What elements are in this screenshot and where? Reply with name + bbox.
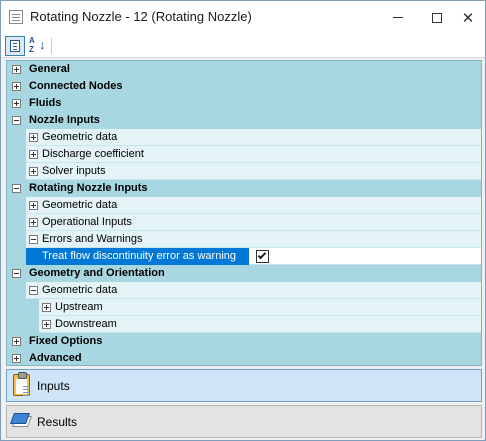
category-label: Geometry and Orientation (29, 267, 165, 279)
sort-alphabetical-icon: AZ (29, 36, 35, 54)
collapse-icon[interactable] (12, 269, 21, 278)
subcategory-discharge-coefficient[interactable]: Discharge coefficient (7, 146, 481, 163)
subcategory-rn-geometric-data[interactable]: Geometric data (7, 197, 481, 214)
category-label: Fixed Options (29, 335, 103, 347)
category-label: Rotating Nozzle Inputs (29, 182, 148, 194)
expand-icon[interactable] (12, 82, 21, 91)
category-fluids[interactable]: Fluids (7, 95, 481, 112)
categorized-view-button[interactable] (5, 36, 25, 56)
category-rotating-nozzle-inputs[interactable]: Rotating Nozzle Inputs (7, 180, 481, 197)
collapse-icon[interactable] (12, 184, 21, 193)
expand-icon[interactable] (29, 150, 38, 159)
categorized-view-icon (10, 40, 20, 52)
close-icon: ✕ (461, 9, 475, 27)
subcategory-label: Downstream (55, 318, 117, 330)
category-geometry-and-orientation[interactable]: Geometry and Orientation (7, 265, 481, 282)
expand-icon[interactable] (29, 201, 38, 210)
sort-arrow-icon: ↓ (39, 37, 46, 52)
property-sheet-icon (9, 10, 23, 24)
property-grid: General Connected Nodes Fluids Nozzle In… (6, 60, 482, 366)
expand-icon[interactable] (29, 167, 38, 176)
clipboard-icon (13, 372, 30, 396)
collapse-icon[interactable] (29, 235, 38, 244)
title-bar: Rotating Nozzle - 12 (Rotating Nozzle) ✕ (1, 1, 485, 34)
subcategory-label: Geometric data (42, 131, 118, 143)
category-fixed-options[interactable]: Fixed Options (7, 333, 481, 350)
category-advanced[interactable]: Advanced (7, 350, 481, 367)
subcategory-go-geometric-data[interactable]: Geometric data (7, 282, 481, 299)
property-label: Treat flow discontinuity error as warnin… (42, 250, 237, 262)
treat-flow-checkbox[interactable] (256, 250, 269, 263)
toolbar: AZ ↓ (1, 34, 485, 58)
property-value-cell[interactable] (249, 248, 481, 265)
subcategory-label: Geometric data (42, 284, 118, 296)
expand-icon[interactable] (12, 354, 21, 363)
category-label: Fluids (29, 97, 62, 109)
subcategory-downstream[interactable]: Downstream (7, 316, 481, 333)
expand-icon[interactable] (42, 320, 51, 329)
subcategory-label: Geometric data (42, 199, 118, 211)
maximize-icon (432, 12, 442, 23)
category-nozzle-inputs[interactable]: Nozzle Inputs (7, 112, 481, 129)
row-band (39, 299, 481, 316)
collapse-icon[interactable] (12, 116, 21, 125)
subcategory-errors-and-warnings[interactable]: Errors and Warnings (7, 231, 481, 248)
subcategory-label: Operational Inputs (42, 216, 132, 228)
subcategory-nozzle-geometric-data[interactable]: Geometric data (7, 129, 481, 146)
category-label: General (29, 63, 70, 75)
sort-alphabetical-button[interactable]: AZ ↓ (28, 36, 48, 56)
expand-icon[interactable] (42, 303, 51, 312)
category-connected-nodes[interactable]: Connected Nodes (7, 78, 481, 95)
results-book-icon (9, 413, 33, 429)
collapse-icon[interactable] (29, 286, 38, 295)
subcategory-label: Upstream (55, 301, 103, 313)
expand-icon[interactable] (29, 218, 38, 227)
minimize-icon (393, 17, 403, 18)
category-label: Nozzle Inputs (29, 114, 100, 126)
inputs-pane-button[interactable]: Inputs (6, 369, 482, 402)
subcategory-upstream[interactable]: Upstream (7, 299, 481, 316)
close-button[interactable]: ✕ (451, 1, 485, 34)
window-title: Rotating Nozzle - 12 (Rotating Nozzle) (30, 9, 252, 24)
subcategory-label: Solver inputs (42, 165, 106, 177)
subcategory-operational-inputs[interactable]: Operational Inputs (7, 214, 481, 231)
expand-icon[interactable] (12, 65, 21, 74)
toolbar-separator (51, 38, 52, 54)
expand-icon[interactable] (12, 337, 21, 346)
property-treat-flow-discontinuity[interactable]: Treat flow discontinuity error as warnin… (7, 248, 481, 265)
category-label: Advanced (29, 352, 82, 364)
subcategory-label: Discharge coefficient (42, 148, 144, 160)
checkmark-icon (257, 250, 267, 260)
category-label: Connected Nodes (29, 80, 123, 92)
maximize-button[interactable] (420, 1, 454, 34)
subcategory-label: Errors and Warnings (42, 233, 143, 245)
properties-window: Rotating Nozzle - 12 (Rotating Nozzle) ✕… (0, 0, 486, 441)
category-general[interactable]: General (7, 61, 481, 78)
subcategory-solver-inputs[interactable]: Solver inputs (7, 163, 481, 180)
results-pane-button[interactable]: Results (6, 405, 482, 438)
results-label: Results (37, 415, 78, 429)
property-name-selected[interactable]: Treat flow discontinuity error as warnin… (26, 248, 249, 265)
inputs-label: Inputs (37, 379, 70, 393)
expand-icon[interactable] (29, 133, 38, 142)
expand-icon[interactable] (12, 99, 21, 108)
minimize-button[interactable] (381, 1, 415, 34)
